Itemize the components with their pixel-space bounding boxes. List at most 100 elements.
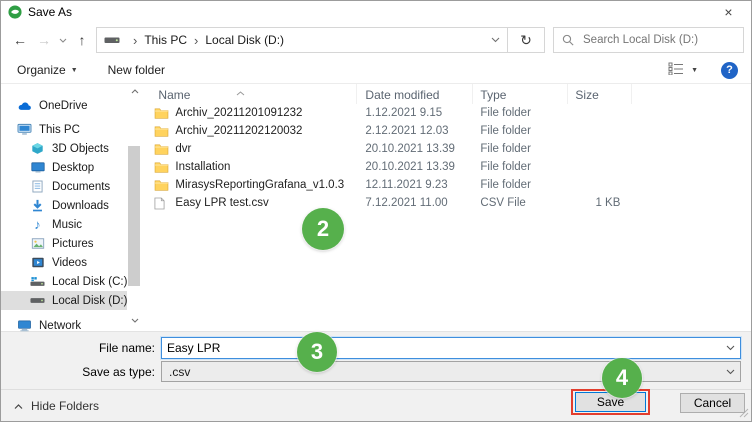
hide-folders-button[interactable]: Hide Folders	[14, 399, 99, 413]
sidebar-label: OneDrive	[39, 100, 88, 112]
new-folder-label: New folder	[108, 63, 165, 77]
video-icon	[30, 256, 45, 270]
main-area: OneDrive This PC 3D Objects Desktop	[1, 84, 751, 332]
navigation-pane: OneDrive This PC 3D Objects Desktop	[1, 84, 127, 331]
3d-cube-icon	[30, 142, 45, 156]
breadcrumb-separator[interactable]: ›	[126, 33, 144, 48]
file-name: dvr	[175, 143, 191, 155]
table-row[interactable]: Archiv_20211201091232 1.12.2021 9.15 Fil…	[144, 104, 751, 122]
table-row[interactable]: Easy LPR test.csv 7.12.2021 11.00 CSV Fi…	[144, 194, 751, 212]
folder-icon	[154, 143, 170, 156]
breadcrumb-local-disk-d[interactable]: Local Disk (D:)	[205, 33, 284, 47]
navigation-bar: ← → ↑ › This PC › Local Disk (D:) ↻	[1, 23, 751, 57]
os-drive-icon	[30, 275, 45, 289]
search-box[interactable]	[553, 27, 744, 53]
document-icon	[30, 180, 45, 194]
csv-file-icon	[154, 197, 170, 210]
sidebar-item-3d-objects[interactable]: 3D Objects	[1, 139, 127, 158]
organize-button[interactable]: Organize ▼	[17, 63, 78, 77]
sidebar-label: Local Disk (C:)	[52, 276, 127, 288]
table-row[interactable]: dvr 20.10.2021 13.39 File folder	[144, 140, 751, 158]
save-as-type-dropdown[interactable]: .csv	[161, 361, 741, 382]
sidebar-label: Documents	[52, 181, 110, 193]
table-row[interactable]: Archiv_20211202120032 2.12.2021 12.03 Fi…	[144, 122, 751, 140]
back-button[interactable]: ←	[8, 28, 32, 52]
save-as-type-label: Save as type:	[1, 365, 161, 379]
sidebar-label: Videos	[52, 257, 87, 269]
sidebar-item-local-disk-c[interactable]: Local Disk (C:)	[1, 272, 127, 291]
file-name-label: File name:	[1, 341, 161, 355]
app-logo-icon	[8, 5, 22, 19]
column-header-size[interactable]: Size	[568, 84, 632, 104]
new-folder-button[interactable]: New folder	[108, 63, 165, 77]
download-arrow-icon	[30, 199, 45, 213]
save-as-dialog: Save As × ← → ↑ › This PC › Local Disk (…	[0, 0, 752, 422]
file-list: Name Date modified Type Size Archiv_2021…	[144, 84, 751, 331]
sidebar-label: Network	[39, 320, 81, 332]
sidebar-item-videos[interactable]: Videos	[1, 253, 127, 272]
cancel-button[interactable]: Cancel	[680, 393, 745, 413]
sidebar-label: Downloads	[52, 200, 109, 212]
table-row[interactable]: MirasysReportingGrafana_v1.0.3 12.11.202…	[144, 176, 751, 194]
chevron-down-icon[interactable]	[726, 345, 735, 351]
annotation-badge-3: 3	[297, 332, 337, 372]
annotation-badge-2: 2	[302, 208, 344, 250]
scrollbar-thumb[interactable]	[128, 146, 140, 286]
scroll-down-icon[interactable]	[129, 316, 141, 325]
file-name: Installation	[175, 161, 230, 173]
sidebar-scrollbar[interactable]	[127, 84, 144, 331]
chevron-down-icon: ▼	[71, 67, 78, 74]
file-name: Archiv_20211202120032	[175, 125, 302, 137]
search-input[interactable]	[581, 33, 739, 47]
sidebar-label: Local Disk (D:)	[52, 295, 127, 307]
file-name: Easy LPR test.csv	[175, 197, 268, 209]
column-header-date-modified[interactable]: Date modified	[357, 84, 473, 104]
views-icon[interactable]	[668, 62, 684, 78]
file-name: MirasysReportingGrafana_v1.0.3	[175, 179, 344, 191]
music-note-icon: ♪	[30, 218, 45, 232]
window-title: Save As	[28, 5, 72, 19]
sidebar-item-music[interactable]: ♪ Music	[1, 215, 127, 234]
file-name-input[interactable]	[161, 337, 741, 359]
sidebar-label: Music	[52, 219, 82, 231]
annotation-badge-4: 4	[602, 358, 642, 398]
sidebar-item-documents[interactable]: Documents	[1, 177, 127, 196]
hide-folders-label: Hide Folders	[31, 399, 99, 413]
drive-icon	[30, 294, 45, 308]
organize-label: Organize	[17, 63, 66, 77]
computer-icon	[17, 123, 32, 137]
close-button[interactable]: ×	[706, 1, 751, 23]
sidebar-item-downloads[interactable]: Downloads	[1, 196, 127, 215]
title-bar: Save As ×	[1, 1, 751, 23]
views-dropdown-caret[interactable]: ▼	[691, 67, 698, 74]
sidebar-label: Desktop	[52, 162, 94, 174]
save-as-type-value: .csv	[169, 365, 190, 379]
breadcrumb-separator[interactable]: ›	[187, 33, 205, 48]
sidebar-item-this-pc[interactable]: This PC	[1, 120, 127, 139]
network-icon	[17, 319, 32, 333]
recent-locations-button[interactable]	[56, 38, 70, 43]
sidebar-item-pictures[interactable]: Pictures	[1, 234, 127, 253]
help-button[interactable]: ?	[721, 62, 738, 79]
scroll-up-icon[interactable]	[129, 87, 141, 96]
sidebar-item-local-disk-d[interactable]: Local Disk (D:)	[1, 291, 127, 310]
up-button[interactable]: ↑	[70, 28, 94, 52]
toolbar: Organize ▼ New folder ▼ ?	[1, 57, 751, 84]
onedrive-cloud-icon	[17, 99, 32, 113]
column-header-name[interactable]: Name	[144, 84, 357, 104]
file-name: Archiv_20211201091232	[175, 107, 302, 119]
sidebar-item-onedrive[interactable]: OneDrive	[1, 96, 127, 115]
breadcrumb-this-pc[interactable]: This PC	[144, 33, 187, 47]
sidebar-label: 3D Objects	[52, 143, 109, 155]
folder-icon	[154, 107, 170, 120]
refresh-button[interactable]: ↻	[508, 32, 544, 49]
column-headers: Name Date modified Type Size	[144, 84, 751, 104]
search-icon	[562, 34, 574, 46]
address-bar[interactable]: › This PC › Local Disk (D:) ↻	[96, 27, 545, 53]
address-dropdown-button[interactable]	[483, 28, 507, 52]
chevron-down-icon[interactable]	[726, 369, 735, 375]
table-row[interactable]: Installation 20.10.2021 13.39 File folde…	[144, 158, 751, 176]
sidebar-item-desktop[interactable]: Desktop	[1, 158, 127, 177]
column-header-type[interactable]: Type	[473, 84, 568, 104]
folder-icon	[154, 125, 170, 138]
